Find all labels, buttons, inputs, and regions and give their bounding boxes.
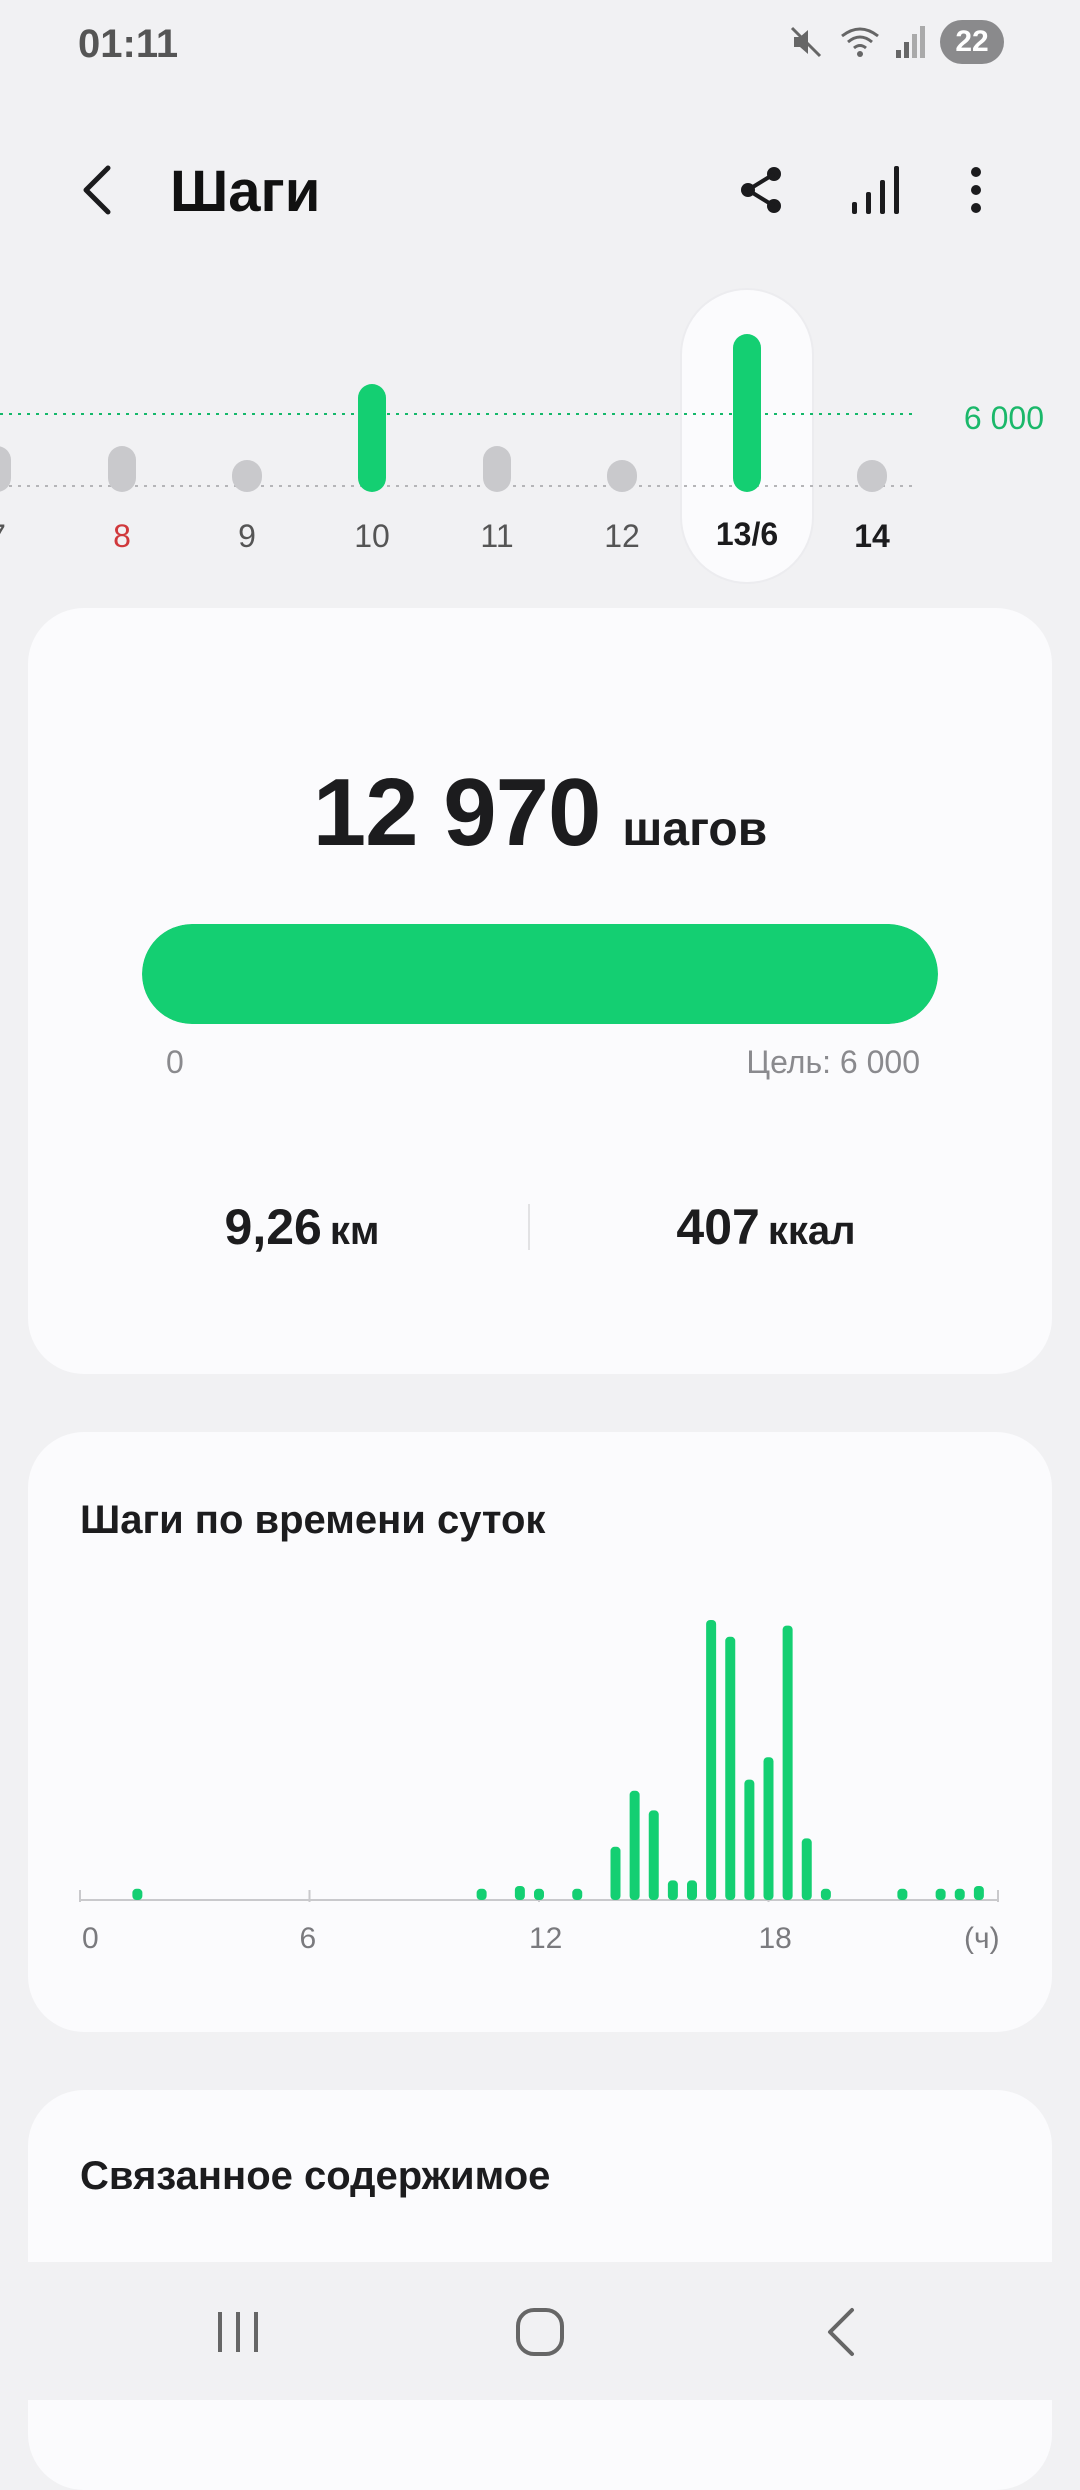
hour-bar [132,1888,143,1900]
calories-stat: 407 ккал [676,1198,855,1256]
back-icon[interactable] [802,2302,882,2362]
bar-chart-icon[interactable] [848,162,904,218]
hour-bar [801,1838,812,1900]
hour-bar [514,1886,525,1900]
header: Шаги [0,140,1080,240]
progress-min-label: 0 [166,1044,184,1080]
status-bar: 01:11 22 [0,0,1080,90]
steps-by-hour-chart: 0 6 12 18 (ч) [79,1620,1000,1955]
day-label[interactable]: 12 [604,518,640,555]
status-time: 01:11 [78,22,179,66]
day-bar[interactable] [733,334,761,492]
hour-bar [763,1757,774,1900]
x-tick-label: 6 [300,1922,317,1955]
navigation-bar [0,2262,1080,2400]
day-label[interactable]: 8 [113,518,131,555]
hour-bar [534,1888,544,1900]
steps-unit: шагов [622,803,768,856]
steps-total: 12 970 шагов [28,758,1052,868]
related-title: Связанное содержимое [80,2154,551,2198]
distance-unit: км [329,1209,380,1253]
day-bar[interactable] [108,446,136,492]
day-bar[interactable] [232,460,262,492]
day-bar[interactable] [358,384,386,492]
x-tick-label: 12 [529,1922,562,1955]
hour-bar [820,1888,831,1900]
day-bar[interactable] [483,446,511,492]
steps-progress-bar [142,924,938,1024]
hour-bar [476,1888,487,1900]
day-bar[interactable] [607,460,637,492]
hour-bar [610,1846,621,1900]
calories-value: 407 [676,1199,760,1255]
day-label-selected[interactable]: 13/6 [716,516,778,553]
calories-unit: ккал [767,1209,856,1253]
steps-progress-fill [142,924,938,1024]
page-title: Шаги [170,159,321,224]
hour-bar [744,1779,755,1900]
day-bar[interactable] [857,460,887,492]
x-tick-label: (ч) [964,1922,1000,1955]
day-strip-bars [0,334,912,492]
goal-line-label: 6 000 [963,400,1044,436]
steps-by-hour-card[interactable]: Шаги по времени суток 0 6 12 18 (ч) [28,1432,1052,2032]
x-tick-label: 0 [82,1922,99,1955]
back-arrow-icon[interactable] [70,160,130,220]
steps-summary-card[interactable]: 12 970 шагов 0 Цель: 6 000 9,26 км 407 ккал [28,608,1052,1374]
battery-indicator: 22 [940,20,1004,64]
distance-value: 9,26 [224,1199,322,1255]
hour-bar [648,1810,659,1900]
stat-divider [528,1204,530,1250]
hour-bar [725,1636,736,1900]
signal-icon [896,26,925,58]
hour-bar [973,1886,984,1900]
hour-bar [897,1888,908,1900]
day-label[interactable]: 9 [238,518,256,555]
day-label[interactable]: 10 [354,518,390,555]
recent-apps-icon[interactable] [198,2302,278,2362]
hour-bar [935,1888,946,1900]
status-icons: 22 [786,20,1004,64]
hour-bar [667,1880,678,1900]
hour-bar [629,1790,640,1900]
x-tick-label: 18 [759,1922,792,1955]
day-label[interactable]: 11 [480,518,513,555]
more-vertical-icon[interactable] [948,162,1004,218]
hour-bar [782,1625,793,1900]
day-label[interactable]: 14 [854,518,890,555]
day-strip[interactable]: 6 000 7 8 9 10 11 12 13/6 14 [0,280,1080,600]
hour-bar [572,1888,583,1900]
day-label[interactable]: 7 [0,518,6,555]
wifi-icon [841,27,879,57]
hour-bar [954,1888,965,1900]
home-icon[interactable] [500,2302,580,2362]
mute-icon [790,26,822,58]
distance-stat: 9,26 км [225,1198,380,1256]
share-icon[interactable] [734,162,790,218]
steps-count: 12 970 [312,759,602,866]
hour-bar [706,1620,717,1900]
progress-goal-label: Цель: 6 000 [746,1044,920,1080]
hour-bar [687,1880,697,1900]
